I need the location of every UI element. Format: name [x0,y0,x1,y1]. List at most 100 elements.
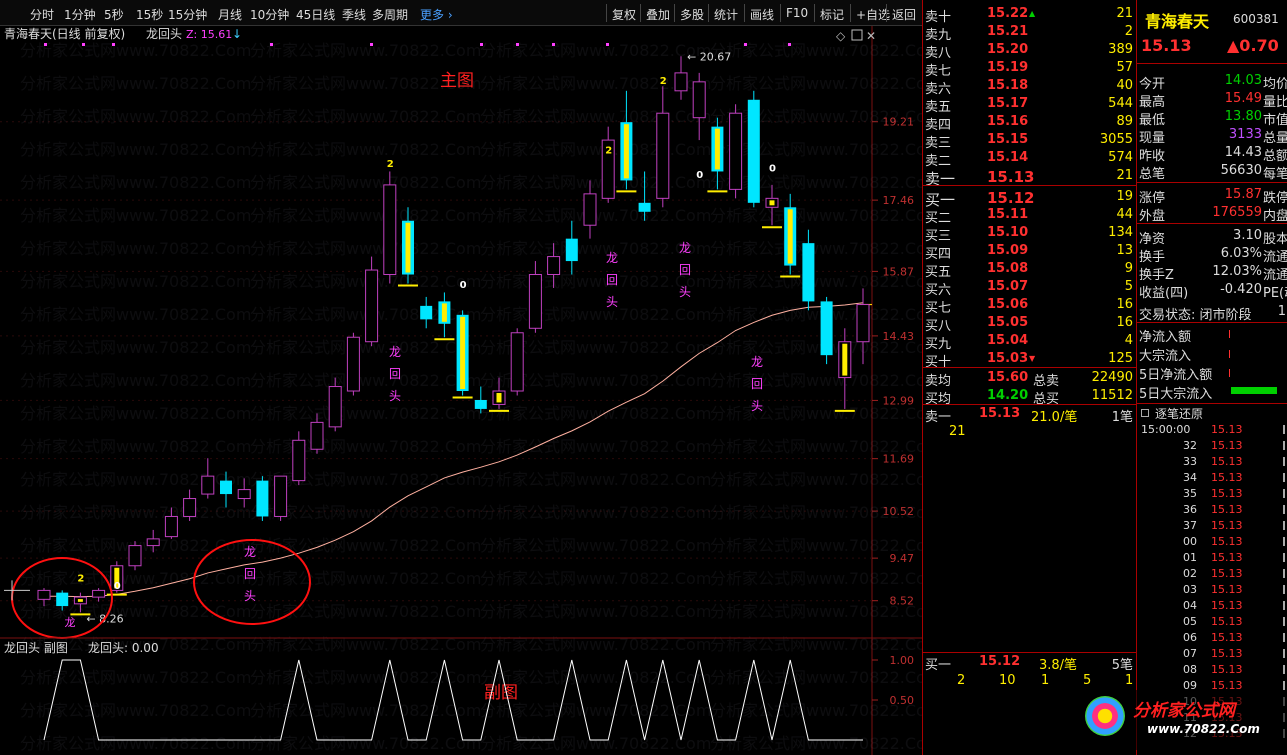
candle[interactable] [601,126,615,203]
candle[interactable] [274,475,288,521]
signal-bar [714,128,720,170]
quote-stat-row: 收益(四) -0.420PE(动) [1137,281,1287,301]
candle[interactable] [820,296,833,365]
tick-volume-bar [1283,473,1285,482]
tick-time: 33 [1183,455,1197,468]
close-icon[interactable]: ✕ [866,29,876,43]
candle[interactable] [747,90,760,208]
book-divider [923,367,1137,368]
stock-name: 青海春天 [1145,12,1210,31]
more-tab[interactable]: 更多 › [420,6,453,23]
candle[interactable] [201,458,215,499]
signal-dot [82,43,85,46]
stat-value: 6.03% [1220,246,1262,261]
tick-volume-bar [1283,617,1285,626]
candle[interactable] [256,476,269,521]
tick-row: 03 15.13 [1137,582,1287,598]
candle[interactable] [674,56,688,100]
maximize-icon[interactable] [851,29,863,41]
period-tab[interactable]: 分时 [30,6,54,23]
indicator-name[interactable]: 龙回头 [146,27,182,41]
tick-price: 15.13 [1211,583,1243,596]
level-volume: 44 [1116,207,1133,222]
toolbar-button[interactable]: 多股 [680,6,704,23]
watermark-text: 分析家公式网www.70822.Com [710,272,922,291]
period-tab[interactable]: 1分钟 [64,6,96,23]
candle[interactable] [183,489,197,521]
candle-body [547,256,561,276]
tick-header[interactable]: 逐笔还原 [1137,404,1287,422]
level-price: 15.16 [987,114,1029,129]
buy-level-row: 买八 15.05 16 [923,314,1137,334]
tick-time: 32 [1183,439,1197,452]
level-volume: 4 [1124,333,1133,348]
candle[interactable] [365,256,379,347]
period-tab[interactable]: 15秒 [136,6,163,23]
candle[interactable] [729,104,743,199]
candle[interactable] [565,220,578,275]
watermark-text: 分析家公式网www.70822.Com [250,701,481,720]
stat-value: 13.80 [1224,109,1262,124]
diamond-icon[interactable]: ◇ [836,29,846,43]
quote-stat-row: 昨收 14.43 总额 [1137,144,1287,164]
toolbar-button[interactable]: 叠加 [646,6,670,23]
flow-label: 净流入额 [1139,330,1192,345]
period-tab[interactable]: 多周期 [372,6,408,23]
candle[interactable] [346,332,360,396]
period-tab[interactable]: 月线 [218,6,242,23]
buy-level-row: 买七 15.06 16 [923,296,1137,316]
candle[interactable] [510,328,524,396]
candle[interactable] [92,588,106,602]
candle-body [328,386,342,428]
toolbar-button[interactable]: 标记 [820,6,844,23]
watermark-text: 分析家公式网www.70822.Com [710,569,922,588]
trade-status: 交易状态: 闭市阶段 1 [1137,303,1287,323]
watermark-text: 分析家公式网www.70822.Com [710,734,922,753]
toolbar-button[interactable]: 统计 [714,6,738,23]
signal-dot [270,43,273,46]
period-tab[interactable]: 5秒 [104,6,124,23]
candle[interactable] [656,86,670,208]
level-price: 15.04 [987,333,1029,348]
tick-row: 34 15.13 [1137,470,1287,486]
period-tab[interactable]: 10分钟 [250,6,289,23]
candle-body [510,332,524,392]
candle[interactable] [383,171,397,284]
order-book-panel: 卖十 15.22 ▲ 21 卖九 15.21 2 卖八 15.20 389 卖七 15.19 57 卖六 1… [922,0,1137,755]
toolbar-button[interactable]: 复权 [612,6,636,23]
tick-row: 00 15.13 [1137,534,1287,550]
tick-time: 15:00:00 [1141,423,1191,436]
candle-body [528,274,542,329]
toolbar-button[interactable]: 画线 [750,6,774,23]
tick-price: 15.13 [1211,535,1243,548]
watermark-text: 分析家公式网www.70822.Com [480,305,711,324]
toolbar-divider [674,4,675,22]
flow-bar [1229,330,1230,338]
candle-body [128,545,142,567]
toolbar-button[interactable]: F10 [786,6,808,20]
sell-level-row: 卖三 15.15 3055 [923,131,1137,151]
stat-value: 14.43 [1224,145,1262,160]
tick-row: 01 15.13 [1137,550,1287,566]
toolbar-button[interactable]: 返回 [892,6,916,23]
period-tab[interactable]: 15分钟 [168,6,207,23]
level-price: 15.20 [987,42,1029,57]
kline-chart[interactable]: 19.2117.4615.8714.4312.9911.6910.529.478… [0,26,922,755]
candle[interactable] [692,72,706,141]
candle-body [674,72,688,92]
level-volume: 40 [1116,78,1133,93]
info-divider [1137,63,1287,64]
buy-level-row: 买一 15.12 19 [923,188,1137,209]
level-volume: 544 [1108,96,1133,111]
watermark-text: 分析家公式网www.70822.Com [480,503,711,522]
toolbar-button[interactable]: +自选 [856,6,890,23]
signal-bar [769,200,775,206]
stat-label: 外盘 [1139,209,1166,224]
period-tab[interactable]: 45日线 [296,6,335,23]
stock-code: 600381 [1233,12,1279,26]
tick-title: 逐笔还原 [1155,407,1204,421]
watermark-text: 分析家公式网www.70822.Com [20,734,251,753]
flow-row: 净流入额 [1137,325,1287,345]
period-tab[interactable]: 季线 [342,6,366,23]
candle[interactable] [128,541,142,571]
